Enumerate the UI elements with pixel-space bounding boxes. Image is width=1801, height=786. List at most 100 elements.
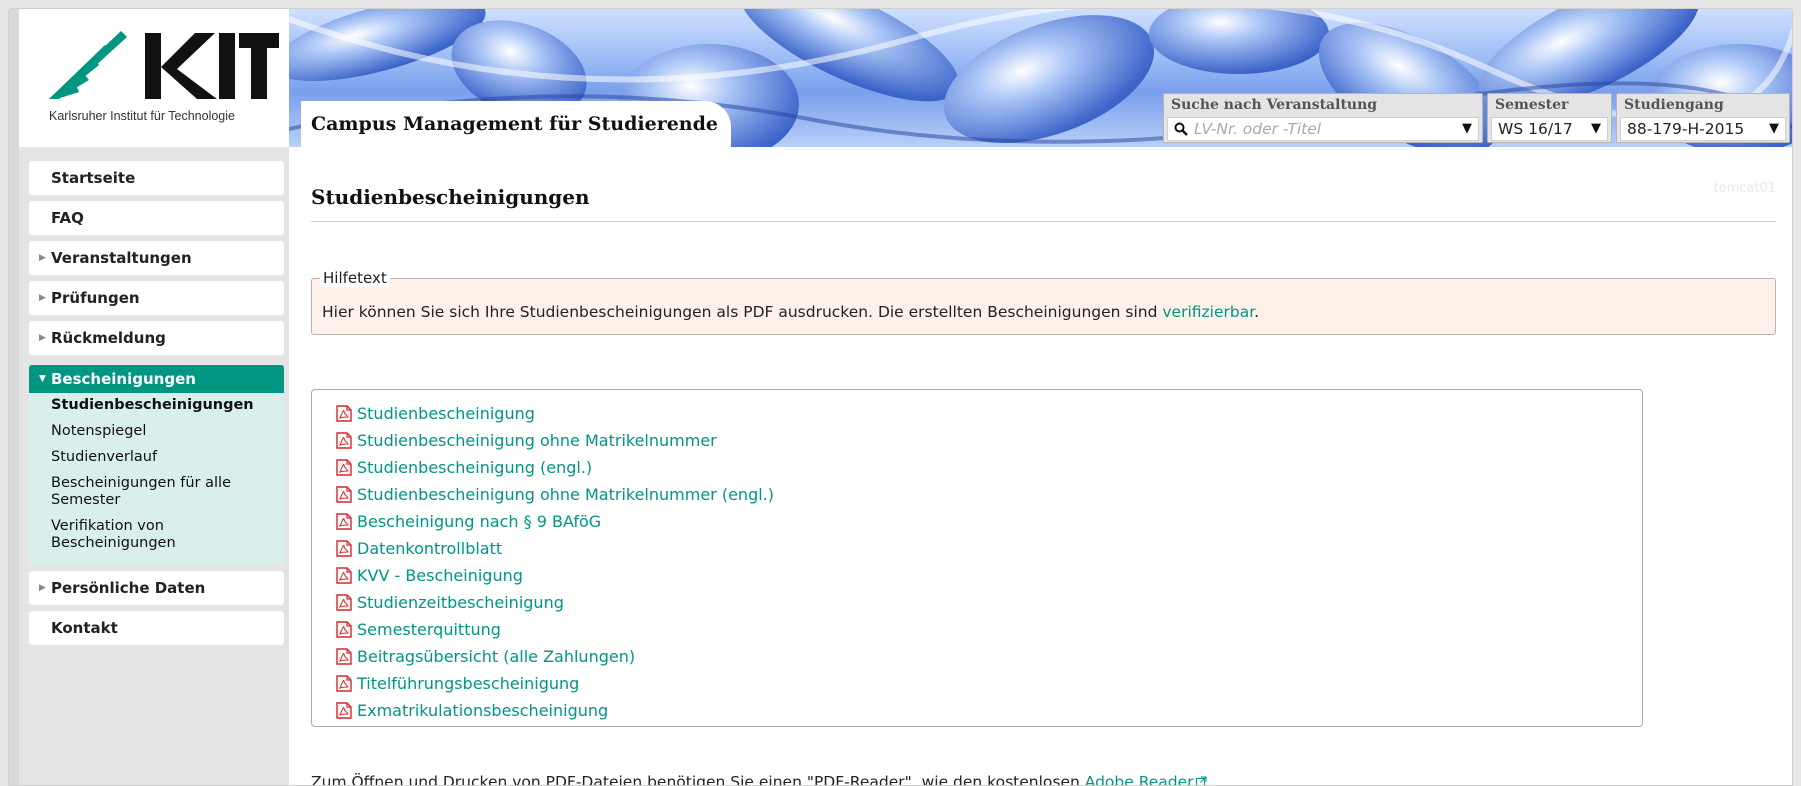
document-link-item[interactable]: Studienbescheinigung (engl.) [336,454,774,481]
document-link-item[interactable]: Bescheinigung nach § 9 BAföG [336,508,774,535]
course-search-label: Suche nach Veranstaltung [1171,97,1378,113]
semester-dropdown[interactable]: WS 16/17 ▼ [1491,117,1608,141]
pdf-icon [336,405,352,422]
document-link[interactable]: Exmatrikulationsbescheinigung [357,701,608,720]
program-value: 88-179-H-2015 [1627,120,1745,138]
document-link-item[interactable]: Studienbescheinigung ohne Matrikelnummer… [336,481,774,508]
logo-area: Karlsruher Institut für Technologie [19,9,301,147]
verifizierbar-link[interactable]: verifizierbar [1162,303,1254,321]
document-link-item[interactable]: Studienzeitbescheinigung [336,589,774,616]
pdf-icon [336,702,352,719]
document-link-item[interactable]: Beitragsübersicht (alle Zahlungen) [336,643,774,670]
caret-right-icon: ▶ [39,583,46,593]
pdf-reader-note: Zum Öffnen und Drucken von PDF-Dateien b… [311,773,1212,786]
document-list: Studienbescheinigung Studienbescheinigung… [336,400,774,724]
nav-label: Kontakt [51,619,118,637]
nav-label: Persönliche Daten [51,579,206,597]
nav-label: FAQ [51,209,84,227]
external-link-icon [1195,776,1207,785]
nav-faq[interactable]: FAQ [29,201,284,235]
program-dropdown[interactable]: 88-179-H-2015 ▼ [1620,117,1786,141]
document-link[interactable]: Studienbescheinigung (engl.) [357,458,592,477]
divider [311,221,1776,222]
pdf-icon [336,486,352,503]
nav-startseite[interactable]: Startseite [29,161,284,195]
document-link[interactable]: Studienbescheinigung ohne Matrikelnummer… [357,485,774,504]
submenu-item-alle-semester[interactable]: Bescheinigungen für alle Semester [51,475,251,509]
search-placeholder: LV-Nr. oder -Titel [1194,120,1322,138]
pdf-icon [336,540,352,557]
adobe-reader-link[interactable]: Adobe Reader [1085,773,1194,785]
pdf-reader-note-end: . [1206,773,1212,786]
document-link[interactable]: Bescheinigung nach § 9 BAföG [357,512,601,531]
app-title: Campus Management für Studierende [311,113,718,135]
document-link-item[interactable]: Studienbescheinigung [336,400,774,427]
program-select: Studiengang 88-179-H-2015 ▼ [1616,93,1790,143]
document-link[interactable]: Semesterquittung [357,620,501,639]
submenu-item-verifikation[interactable]: Verifikation von Bescheinigungen [51,518,251,552]
course-search: Suche nach Veranstaltung LV-Nr. oder -Ti… [1163,93,1483,143]
help-text-end: . [1254,303,1260,321]
caret-right-icon: ▶ [39,333,46,343]
document-link-item[interactable]: Titelführungsbescheinigung [336,670,774,697]
semester-label: Semester [1495,97,1569,113]
dropdown-arrow-icon[interactable]: ▼ [1462,118,1472,140]
document-link-item[interactable]: Semesterquittung [336,616,774,643]
document-link[interactable]: Studienbescheinigung [357,404,535,423]
pdf-icon [336,567,352,584]
document-link-item[interactable]: KVV - Bescheinigung [336,562,774,589]
pdf-icon [336,513,352,530]
course-search-input[interactable]: LV-Nr. oder -Titel ▼ [1167,117,1479,141]
caret-right-icon: ▶ [39,253,46,263]
nav-kontakt[interactable]: Kontakt [29,611,284,645]
pdf-icon [336,594,352,611]
nav-label: Veranstaltungen [51,249,192,267]
document-link[interactable]: Studienbescheinigung ohne Matrikelnummer [357,431,717,450]
pdf-icon [336,621,352,638]
help-text-body: Hier können Sie sich Ihre Studienbeschei… [322,303,1163,321]
document-link-item[interactable]: Exmatrikulationsbescheinigung [336,697,774,724]
submenu-item-studienbescheinigungen[interactable]: Studienbescheinigungen [51,397,284,414]
help-box: Hilfetext Hier können Sie sich Ihre Stud… [311,269,1776,335]
help-text: Hier können Sie sich Ihre Studienbeschei… [322,303,1259,321]
document-link[interactable]: KVV - Bescheinigung [357,566,523,585]
main-content: Studienbescheinigungen tomcat01 Hilfetex… [299,147,1792,786]
semester-select: Semester WS 16/17 ▼ [1487,93,1612,143]
dropdown-arrow-icon[interactable]: ▼ [1769,118,1779,140]
logo-caption: Karlsruher Institut für Technologie [49,109,235,123]
nav-persoenliche-daten[interactable]: ▶ Persönliche Daten [29,571,284,605]
kit-logo[interactable] [49,31,279,101]
help-legend: Hilfetext [320,269,390,287]
pdf-icon [336,675,352,692]
document-list-box: Studienbescheinigung Studienbescheinigung… [311,389,1643,727]
caret-right-icon: ▶ [39,293,46,303]
caret-down-icon: ▼ [39,374,46,384]
document-link[interactable]: Studienzeitbescheinigung [357,593,564,612]
submenu-item-notenspiegel[interactable]: Notenspiegel [51,423,284,440]
page-title: Studienbescheinigungen [311,185,590,209]
nav-pruefungen[interactable]: ▶ Prüfungen [29,281,284,315]
server-tag: tomcat01 [1713,181,1776,196]
nav-label: Rückmeldung [51,329,166,347]
pdf-reader-note-text: Zum Öffnen und Drucken von PDF-Dateien b… [311,773,1085,786]
pdf-icon [336,459,352,476]
submenu-item-studienverlauf[interactable]: Studienverlauf [51,449,284,466]
nav-label: Bescheinigungen [51,370,196,388]
document-link[interactable]: Beitragsübersicht (alle Zahlungen) [357,647,635,666]
nav-label: Startseite [51,169,136,187]
document-link-item[interactable]: Datenkontrollblatt [336,535,774,562]
submenu-bescheinigungen: Studienbescheinigungen Notenspiegel Stud… [29,393,284,565]
semester-value: WS 16/17 [1498,120,1573,138]
dropdown-arrow-icon[interactable]: ▼ [1591,118,1601,140]
sidebar: Startseite FAQ ▶ Veranstaltungen ▶ Prüfu… [19,147,289,785]
browser-page: Karlsruher Institut für Technologie Camp… [8,8,1793,786]
nav-label: Prüfungen [51,289,140,307]
nav-bescheinigungen[interactable]: ▼ Bescheinigungen [29,365,284,393]
nav-veranstaltungen[interactable]: ▶ Veranstaltungen [29,241,284,275]
document-link[interactable]: Titelführungsbescheinigung [357,674,579,693]
pdf-icon [336,648,352,665]
program-label: Studiengang [1624,97,1724,113]
nav-rueckmeldung[interactable]: ▶ Rückmeldung [29,321,284,355]
document-link-item[interactable]: Studienbescheinigung ohne Matrikelnummer [336,427,774,454]
document-link[interactable]: Datenkontrollblatt [357,539,502,558]
